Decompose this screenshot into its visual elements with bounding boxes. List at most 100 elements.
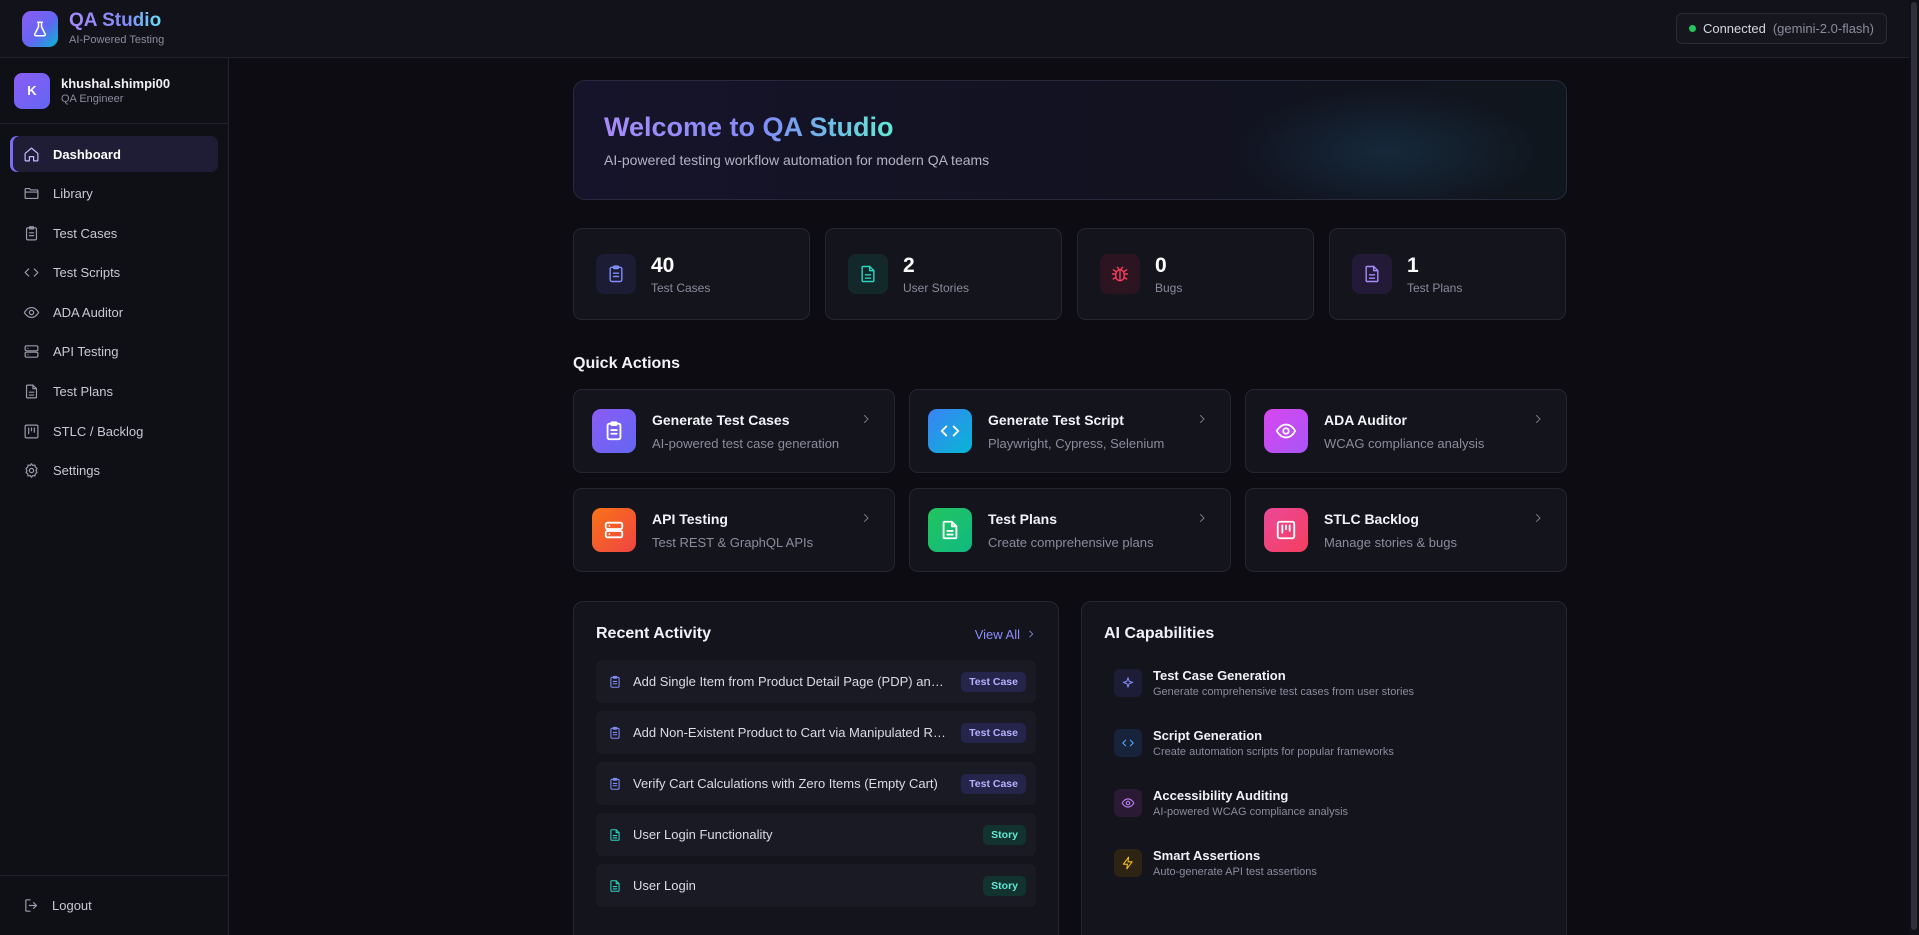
recent-activity-title: Recent Activity [596,625,711,642]
stat-card-test-plans[interactable]: 1 Test Plans [1329,228,1566,320]
folder-icon [24,188,39,200]
sidebar-item-ada-auditor[interactable]: ADA Auditor [10,294,218,330]
type-badge: Test Case [961,773,1026,794]
document-icon [25,384,38,399]
stat-card-user-stories[interactable]: 2 User Stories [825,228,1062,320]
activity-text: Add Single Item from Product Detail Page… [633,674,951,689]
brand[interactable]: QA Studio AI-Powered Testing [22,10,164,47]
list-item[interactable]: Add Non-Existent Product to Cart via Man… [596,711,1036,754]
chevron-right-icon [1196,412,1208,430]
logout-icon [25,899,38,912]
top-header: QA Studio AI-Powered Testing Connected (… [0,0,1909,58]
list-item[interactable]: User Login Functionality Story [596,813,1036,856]
clipboard-icon [25,225,38,241]
chevron-right-icon [860,511,872,529]
stat-card-test-cases[interactable]: 40 Test Cases [573,228,810,320]
stat-card-bugs[interactable]: 0 Bugs [1077,228,1314,320]
action-desc: Manage stories & bugs [1324,534,1457,550]
ai-capabilities-panel: AI Capabilities Test Case Generation Gen… [1081,601,1567,935]
user-role: QA Engineer [61,93,124,105]
action-ada-auditor[interactable]: ADA Auditor WCAG compliance analysis [1245,389,1567,473]
stat-value: 40 [651,253,675,277]
capability-desc: Auto-generate API test assertions [1153,866,1317,878]
action-desc: Test REST & GraphQL APIs [652,534,814,550]
sidebar-item-label: Test Plans [53,384,113,400]
type-badge: Test Case [961,671,1026,692]
list-item[interactable]: Add Single Item from Product Detail Page… [596,660,1036,703]
user-card[interactable]: K khushal.shimpi00 QA Engineer [0,58,228,124]
document-icon [1352,254,1392,294]
view-all-link[interactable]: View All [975,627,1036,642]
action-desc: Playwright, Cypress, Selenium [988,435,1165,451]
connection-status[interactable]: Connected (gemini-2.0-flash) [1675,13,1887,44]
capability-title: Accessibility Auditing [1153,788,1289,803]
sparkle-icon [1114,669,1142,697]
capability-title: Smart Assertions [1153,848,1261,863]
ai-capabilities-title: AI Capabilities [1104,625,1215,642]
list-item: Script Generation Create automation scri… [1114,728,1544,758]
action-generate-test-cases[interactable]: Generate Test Cases AI-powered test case… [573,389,895,473]
code-icon [24,268,39,277]
sidebar-nav: Dashboard Library Test Cases Test Script… [0,124,228,504]
welcome-title: Welcome to QA Studio [604,112,894,142]
action-title: Generate Test Script [988,411,1124,428]
chevron-right-icon [1196,511,1208,529]
logout-button[interactable]: Logout [0,875,229,935]
kanban-icon [1264,508,1308,552]
action-generate-test-script[interactable]: Generate Test Script Playwright, Cypress… [909,389,1231,473]
sidebar-item-library[interactable]: Library [10,176,218,212]
type-badge: Story [983,875,1026,896]
activity-text: Add Non-Existent Product to Cart via Man… [633,725,951,740]
activity-text: Verify Cart Calculations with Zero Items… [633,776,938,791]
server-icon [24,345,39,359]
activity-text: User Login Functionality [633,827,773,842]
stat-value: 2 [903,253,915,277]
action-test-plans[interactable]: Test Plans Create comprehensive plans [909,488,1231,572]
chevron-right-icon [860,412,872,430]
sidebar-item-label: ADA Auditor [53,304,124,320]
status-label: Connected [1702,21,1766,36]
action-title: API Testing [652,510,728,527]
gear-icon [25,463,38,479]
sidebar-item-test-plans[interactable]: Test Plans [10,374,218,410]
sidebar-item-stlc-backlog[interactable]: STLC / Backlog [10,413,218,449]
recent-activity-panel: Recent Activity View All Add Single Item… [573,601,1059,935]
stat-value: 0 [1155,253,1167,277]
stats-row: 40 Test Cases 2 User Stories 0 Bugs 1 Te… [573,228,1567,320]
clipboard-icon [610,777,620,790]
action-api-testing[interactable]: API Testing Test REST & GraphQL APIs [573,488,895,572]
main-content: Welcome to QA Studio AI-powered testing … [573,80,1567,935]
sidebar-item-label: Settings [53,463,100,479]
user-name: khushal.shimpi00 [61,76,171,91]
eye-icon [1114,789,1142,817]
file-text-icon [848,254,888,294]
stat-label: User Stories [903,280,970,295]
bug-icon [1100,254,1140,294]
action-desc: WCAG compliance analysis [1324,435,1485,451]
list-item[interactable]: User Login Story [596,864,1036,907]
action-stlc-backlog[interactable]: STLC Backlog Manage stories & bugs [1245,488,1567,572]
sidebar-item-dashboard[interactable]: Dashboard [10,136,218,172]
action-title: Generate Test Cases [652,411,790,428]
sidebar-item-test-cases[interactable]: Test Cases [10,215,218,251]
action-title: Test Plans [988,510,1057,527]
sidebar-item-label: STLC / Backlog [53,423,144,439]
sidebar-item-label: Library [53,186,93,202]
page-scrollbar[interactable] [1909,0,1919,935]
sidebar-item-label: Test Scripts [53,265,121,281]
scrollbar-thumb[interactable] [1911,2,1917,930]
welcome-banner: Welcome to QA Studio AI-powered testing … [573,80,1567,200]
sidebar-item-test-scripts[interactable]: Test Scripts [10,255,218,291]
sidebar-item-api-testing[interactable]: API Testing [10,334,218,370]
list-item[interactable]: Verify Cart Calculations with Zero Items… [596,762,1036,805]
chevron-right-icon [1029,630,1034,638]
sidebar-item-settings[interactable]: Settings [10,453,218,489]
activity-text: User Login [633,878,696,893]
capability-desc: Generate comprehensive test cases from u… [1153,686,1415,698]
server-icon [592,508,636,552]
file-text-icon [610,828,620,841]
type-badge: Test Case [961,722,1026,743]
home-icon [24,147,39,161]
status-dot-icon [1688,25,1696,32]
logout-label: Logout [52,898,92,913]
